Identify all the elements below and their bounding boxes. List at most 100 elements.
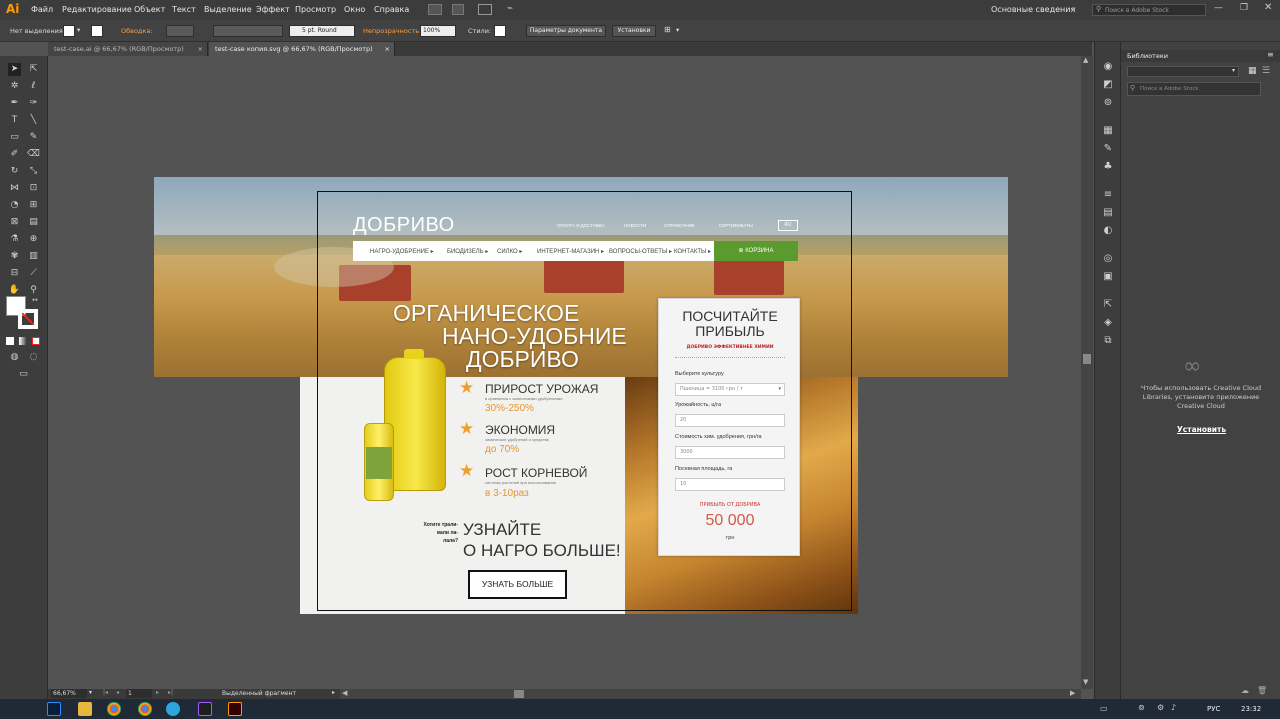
pen-tool-icon[interactable]: ✒	[8, 97, 21, 110]
telegram-icon[interactable]	[166, 702, 180, 716]
chevron-down-icon[interactable]: ▾	[89, 689, 92, 696]
direct-selection-tool-icon[interactable]: ⇱	[27, 63, 40, 76]
stroke-panel-icon[interactable]: ≡	[1101, 188, 1115, 202]
color-mode-icon[interactable]	[6, 337, 14, 345]
libraries-search-input[interactable]: ⚲ Поиск в Adobe Stock	[1127, 82, 1261, 96]
free-transform-tool-icon[interactable]: ⊡	[27, 182, 40, 195]
tray-icon[interactable]: ⚙	[1157, 703, 1164, 712]
first-artboard-icon[interactable]: |◂	[103, 689, 108, 696]
paintbrush-tool-icon[interactable]: ✎	[27, 131, 40, 144]
screen-mode-icon[interactable]: ▭	[17, 368, 30, 381]
grid-view-icon[interactable]: ▦	[1248, 66, 1257, 76]
type-tool-icon[interactable]: T	[8, 114, 21, 127]
document-setup-button[interactable]: Параметры документа	[526, 25, 606, 37]
curvature-tool-icon[interactable]: ✑	[27, 97, 40, 110]
opacity-label[interactable]: Непрозрачность:	[363, 27, 421, 35]
illustrator-taskbar-icon[interactable]	[228, 702, 242, 716]
selection-tool-icon[interactable]: ➤	[8, 63, 21, 76]
rectangle-tool-icon[interactable]: ▭	[8, 131, 21, 144]
panel-menu-icon[interactable]: ≡	[1267, 50, 1274, 59]
arrange-documents-icon[interactable]	[478, 4, 492, 15]
scroll-up-icon[interactable]: ▲	[1083, 56, 1088, 64]
eyedropper-tool-icon[interactable]: ⚗	[8, 233, 21, 246]
lasso-tool-icon[interactable]: ℓ	[27, 80, 40, 93]
shaper-tool-icon[interactable]: ✐	[8, 148, 21, 161]
swap-colors-icon[interactable]: ↔	[32, 296, 38, 304]
scroll-right-icon[interactable]: ▶	[1070, 689, 1075, 697]
perspective-grid-tool-icon[interactable]: ⊞	[27, 199, 40, 212]
input-language[interactable]: РУС	[1207, 705, 1220, 713]
variable-width-profile[interactable]	[213, 25, 283, 37]
menu-text[interactable]: Текст	[172, 5, 196, 14]
close-icon[interactable]: ×	[198, 42, 203, 56]
swatches-icon[interactable]: ▦	[1101, 124, 1115, 138]
stroke-weight-field[interactable]	[166, 25, 194, 37]
width-tool-icon[interactable]: ⋈	[8, 182, 21, 195]
stroke-color-icon[interactable]	[18, 309, 38, 329]
blend-tool-icon[interactable]: ⊕	[27, 233, 40, 246]
stock-search-input[interactable]: ⚲ Поиск в Adobe Stock	[1092, 4, 1206, 16]
workspace-switcher[interactable]: Основные сведения	[991, 5, 1075, 14]
close-icon[interactable]: ✕	[1264, 2, 1272, 13]
slice-tool-icon[interactable]: ⟋	[27, 267, 40, 280]
stroke-label[interactable]: Обводка:	[121, 27, 153, 35]
last-artboard-icon[interactable]: ▸|	[168, 689, 173, 696]
color-panel-icon[interactable]: ◉	[1101, 60, 1115, 74]
line-tool-icon[interactable]: ╲	[27, 114, 40, 127]
battery-icon[interactable]: ▭	[1100, 704, 1108, 713]
scroll-down-icon[interactable]: ▼	[1083, 678, 1088, 686]
panel-menu-icon[interactable]: ▾	[676, 26, 679, 34]
chrome-canary-icon[interactable]	[138, 702, 152, 716]
stock-icon[interactable]	[452, 4, 464, 15]
appearance-icon[interactable]: ◎	[1101, 252, 1115, 266]
vertical-scrollbar[interactable]: ▲ ▼	[1081, 56, 1093, 689]
fill-swatch[interactable]	[63, 25, 75, 37]
install-cc-link[interactable]: Установить	[1177, 425, 1226, 434]
chevron-down-icon[interactable]: ▾	[77, 26, 80, 34]
draw-mode-icon[interactable]: ◍	[8, 351, 21, 364]
next-artboard-icon[interactable]: ▸	[156, 689, 159, 696]
menu-file[interactable]: Файл	[31, 5, 53, 14]
artboard-tool-icon[interactable]: ⊟	[8, 267, 21, 280]
layers-icon[interactable]: ◈	[1101, 316, 1115, 330]
export-icon[interactable]: ⇱	[1101, 298, 1115, 312]
stroke-swatch[interactable]	[91, 25, 103, 37]
bridge-icon[interactable]	[428, 4, 442, 15]
graph-tool-icon[interactable]: ▥	[27, 250, 40, 263]
align-icon[interactable]: ⊞	[664, 25, 671, 34]
cc-libraries-icon[interactable]: ⊚	[1101, 96, 1115, 110]
tab-test-case-svg[interactable]: test-case копия.svg @ 66,67% (RGB/Просмо…	[209, 42, 395, 56]
brush-definition[interactable]: 5 pt. Round	[289, 25, 355, 37]
vertical-scroll-thumb[interactable]	[1083, 354, 1091, 364]
color-guide-icon[interactable]: ◩	[1101, 78, 1115, 92]
transparency-icon[interactable]: ◐	[1101, 224, 1115, 238]
chrome-icon[interactable]	[107, 702, 121, 716]
artboards-icon[interactable]: ⧉	[1101, 334, 1115, 348]
shape-builder-tool-icon[interactable]: ◔	[8, 199, 21, 212]
menu-edit[interactable]: Редактирование	[62, 5, 132, 14]
preferences-button[interactable]: Установки	[612, 25, 656, 37]
photoshop-icon[interactable]	[47, 702, 61, 716]
cloud-sync-icon[interactable]: ☁	[1241, 686, 1249, 695]
graphic-style-swatch[interactable]	[494, 25, 506, 37]
eraser-tool-icon[interactable]: ⌫	[27, 148, 40, 161]
clock[interactable]: 23:32	[1241, 705, 1261, 713]
artboard-number-field[interactable]: 1	[126, 689, 152, 698]
graphic-styles-icon[interactable]: ▣	[1101, 270, 1115, 284]
network-icon[interactable]: ⊚	[1138, 703, 1145, 712]
zoom-field[interactable]: 66,67%	[51, 689, 87, 698]
menu-help[interactable]: Справка	[374, 5, 409, 14]
minimize-icon[interactable]: —	[1214, 3, 1223, 13]
gradient-tool-icon[interactable]: ▤	[27, 216, 40, 229]
mesh-tool-icon[interactable]: ⊠	[8, 216, 21, 229]
menu-effect[interactable]: Эффект	[256, 5, 290, 14]
tab-test-case-ai[interactable]: test-case.ai @ 66,67% (RGB/Просмотр) ×	[48, 42, 208, 56]
menu-object[interactable]: Объект	[134, 5, 165, 14]
magic-wand-tool-icon[interactable]: ✲	[8, 80, 21, 93]
brushes-icon[interactable]: ✎	[1101, 142, 1115, 156]
status-menu-icon[interactable]: ▸	[332, 689, 335, 696]
gradient-panel-icon[interactable]: ▤	[1101, 206, 1115, 220]
symbol-sprayer-tool-icon[interactable]: ✾	[8, 250, 21, 263]
scale-tool-icon[interactable]: ⤡	[27, 165, 40, 178]
list-view-icon[interactable]: ☰	[1262, 66, 1270, 76]
